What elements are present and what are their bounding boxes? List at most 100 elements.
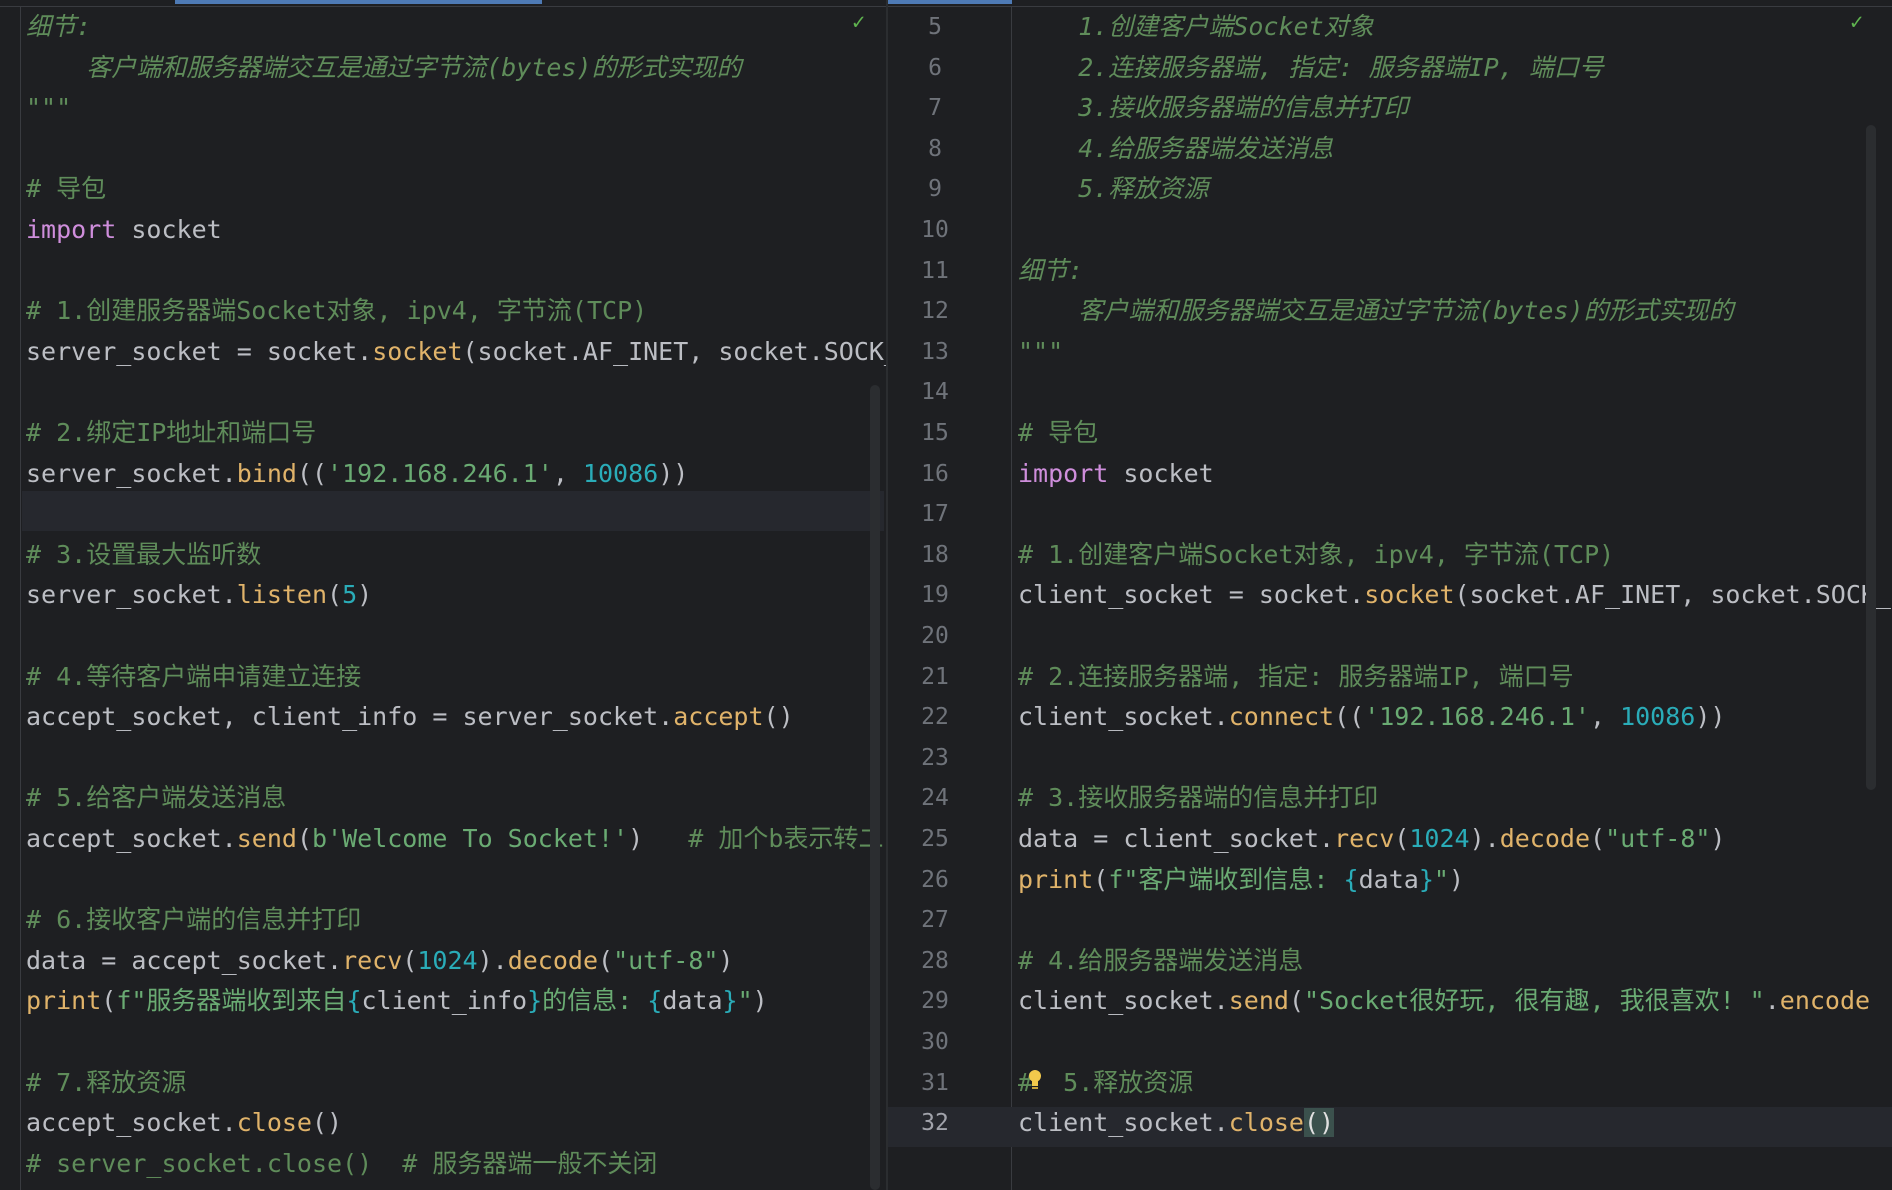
code-line[interactable]: import socket: [26, 210, 222, 250]
code-token: ).: [1469, 824, 1500, 853]
code-line[interactable]: 1.创建客户端Socket对象: [1018, 7, 1374, 47]
code-token: close: [236, 1108, 312, 1137]
left-active-tab-indicator[interactable]: [175, 0, 542, 4]
code-line[interactable]: # 7.释放资源: [26, 1063, 186, 1103]
code-line[interactable]: # 1.创建客户端Socket对象, ipv4, 字节流(TCP): [1018, 535, 1614, 575]
code-line[interactable]: import socket: [1018, 454, 1214, 494]
right-vertical-scrollbar[interactable]: [1866, 125, 1876, 790]
code-line[interactable]: data = client_socket.recv(1024).decode("…: [1018, 819, 1725, 859]
code-line[interactable]: accept_socket.close(): [26, 1103, 342, 1143]
code-token: recv: [1334, 824, 1395, 853]
check-icon: ✓: [852, 10, 866, 35]
line-number[interactable]: 27: [910, 900, 960, 940]
code-line[interactable]: """: [26, 88, 71, 128]
line-number[interactable]: 28: [910, 941, 960, 981]
line-number[interactable]: 22: [910, 697, 960, 737]
code-line[interactable]: server_socket.listen(5): [26, 575, 372, 615]
left-caret-line-highlight: [22, 491, 884, 531]
code-token: client_socket.: [1018, 986, 1229, 1015]
code-line[interactable]: # 4.给服务器端发送消息: [1018, 941, 1303, 981]
line-number[interactable]: 19: [910, 575, 960, 615]
code-line[interactable]: # 导包: [1018, 413, 1098, 453]
code-token: "utf-8": [1605, 824, 1711, 853]
code-token: 10086: [582, 459, 659, 488]
left-gutter-divider: [20, 6, 21, 1190]
line-number[interactable]: 13: [910, 332, 960, 372]
line-number[interactable]: 5: [910, 7, 960, 47]
code-token: 1.创建客户端Socket对象: [1018, 12, 1374, 41]
line-number[interactable]: 9: [910, 169, 960, 209]
code-line[interactable]: print(f"服务器端收到来自{client_info}的信息: {data}…: [26, 981, 768, 1021]
left-vertical-scrollbar[interactable]: [870, 385, 880, 1190]
code-token: socket: [1108, 459, 1214, 488]
code-line[interactable]: client_socket.close(): [1018, 1103, 1335, 1143]
code-line[interactable]: 4.给服务器端发送消息: [1018, 129, 1333, 169]
line-number[interactable]: 16: [910, 454, 960, 494]
line-number[interactable]: 6: [910, 48, 960, 88]
line-number[interactable]: 26: [910, 860, 960, 900]
line-number[interactable]: 23: [910, 738, 960, 778]
code-token: print: [26, 986, 102, 1015]
line-number[interactable]: 32: [910, 1103, 960, 1143]
code-line[interactable]: accept_socket, client_info = server_sock…: [26, 697, 794, 737]
line-number[interactable]: 11: [910, 251, 960, 291]
code-line[interactable]: 细节:: [26, 7, 91, 47]
code-line[interactable]: client_socket = socket.socket(socket.AF_…: [1018, 575, 1891, 615]
line-number[interactable]: 7: [910, 88, 960, 128]
code-token: (: [1590, 824, 1606, 853]
code-line[interactable]: 5.释放资源: [1018, 169, 1208, 209]
code-line[interactable]: print(f"客户端收到信息: {data}"): [1018, 860, 1464, 900]
line-number[interactable]: 30: [910, 1022, 960, 1062]
code-token: decode: [507, 946, 598, 975]
code-token: (socket.AF_INET, socket.SOCK_: [1454, 580, 1892, 609]
code-line[interactable]: # 6.接收客户端的信息并打印: [26, 900, 361, 940]
code-line[interactable]: 细节:: [1018, 251, 1083, 291]
code-token: """: [1018, 337, 1064, 366]
code-line[interactable]: 客户端和服务器端交互是通过字节流(bytes)的形式实现的: [26, 48, 741, 88]
line-number[interactable]: 25: [910, 819, 960, 859]
code-line[interactable]: # 3.设置最大监听数: [26, 535, 261, 575]
code-token: (: [598, 946, 614, 975]
code-token: f"客户端收到信息:: [1108, 865, 1344, 894]
line-number[interactable]: 8: [910, 129, 960, 169]
code-line[interactable]: # 导包: [26, 169, 106, 209]
code-token: 的信息:: [542, 986, 648, 1015]
code-line[interactable]: client_socket.send("Socket很好玩, 很有趣, 我很喜欢…: [1018, 981, 1870, 1021]
code-token: ,: [1589, 702, 1621, 731]
code-line[interactable]: 客户端和服务器端交互是通过字节流(bytes)的形式实现的: [1018, 291, 1733, 331]
code-line[interactable]: # 1.创建服务器端Socket对象, ipv4, 字节流(TCP): [26, 291, 647, 331]
code-line[interactable]: accept_socket.send(b'Welcome To Socket!'…: [26, 819, 883, 859]
line-number[interactable]: 20: [910, 616, 960, 656]
line-number[interactable]: 14: [910, 372, 960, 412]
line-number[interactable]: 21: [910, 657, 960, 697]
code-line[interactable]: # 2.绑定IP地址和端口号: [26, 413, 316, 453]
code-line[interactable]: # 5.释放资源: [1018, 1063, 1193, 1103]
code-line[interactable]: # server_socket.close() # 服务器端一般不关闭: [26, 1144, 657, 1184]
line-number[interactable]: 10: [910, 210, 960, 250]
line-number[interactable]: 12: [910, 291, 960, 331]
code-line[interactable]: server_socket.bind(('192.168.246.1', 100…: [26, 454, 688, 494]
code-token: {: [1343, 865, 1359, 894]
code-line[interactable]: # 5.给客户端发送消息: [26, 778, 286, 818]
line-number[interactable]: 24: [910, 778, 960, 818]
code-line[interactable]: server_socket = socket.socket(socket.AF_…: [26, 332, 888, 372]
code-line[interactable]: data = accept_socket.recv(1024).decode("…: [26, 941, 733, 981]
code-line[interactable]: 2.连接服务器端, 指定: 服务器端IP, 端口号: [1018, 48, 1604, 88]
line-number[interactable]: 31: [910, 1063, 960, 1103]
left-editor-pane[interactable]: ✓ 细节: 客户端和服务器端交互是通过字节流(bytes)的形式实现的 """ # …: [0, 0, 888, 1190]
code-token: close: [1228, 1108, 1304, 1137]
lightbulb-icon[interactable]: [1026, 1068, 1044, 1090]
code-line[interactable]: # 3.接收服务器端的信息并打印: [1018, 778, 1378, 818]
right-editor-pane[interactable]: ✓ 5 1.创建客户端Socket对象 6 2.连接服务器端, 指定: 服务器端I…: [888, 0, 1892, 1190]
code-line[interactable]: # 4.等待客户端申请建立连接: [26, 657, 361, 697]
code-line[interactable]: client_socket.connect(('192.168.246.1', …: [1018, 697, 1725, 737]
code-line[interactable]: # 2.连接服务器端, 指定: 服务器端IP, 端口号: [1018, 657, 1574, 697]
line-number[interactable]: 29: [910, 981, 960, 1021]
right-active-tab-indicator[interactable]: [888, 0, 1012, 4]
line-number[interactable]: 18: [910, 535, 960, 575]
line-number[interactable]: 15: [910, 413, 960, 453]
code-line[interactable]: """: [1018, 332, 1063, 372]
code-line[interactable]: 3.接收服务器端的信息并打印: [1018, 88, 1408, 128]
line-number[interactable]: 17: [910, 494, 960, 534]
code-token: ): [752, 986, 768, 1015]
